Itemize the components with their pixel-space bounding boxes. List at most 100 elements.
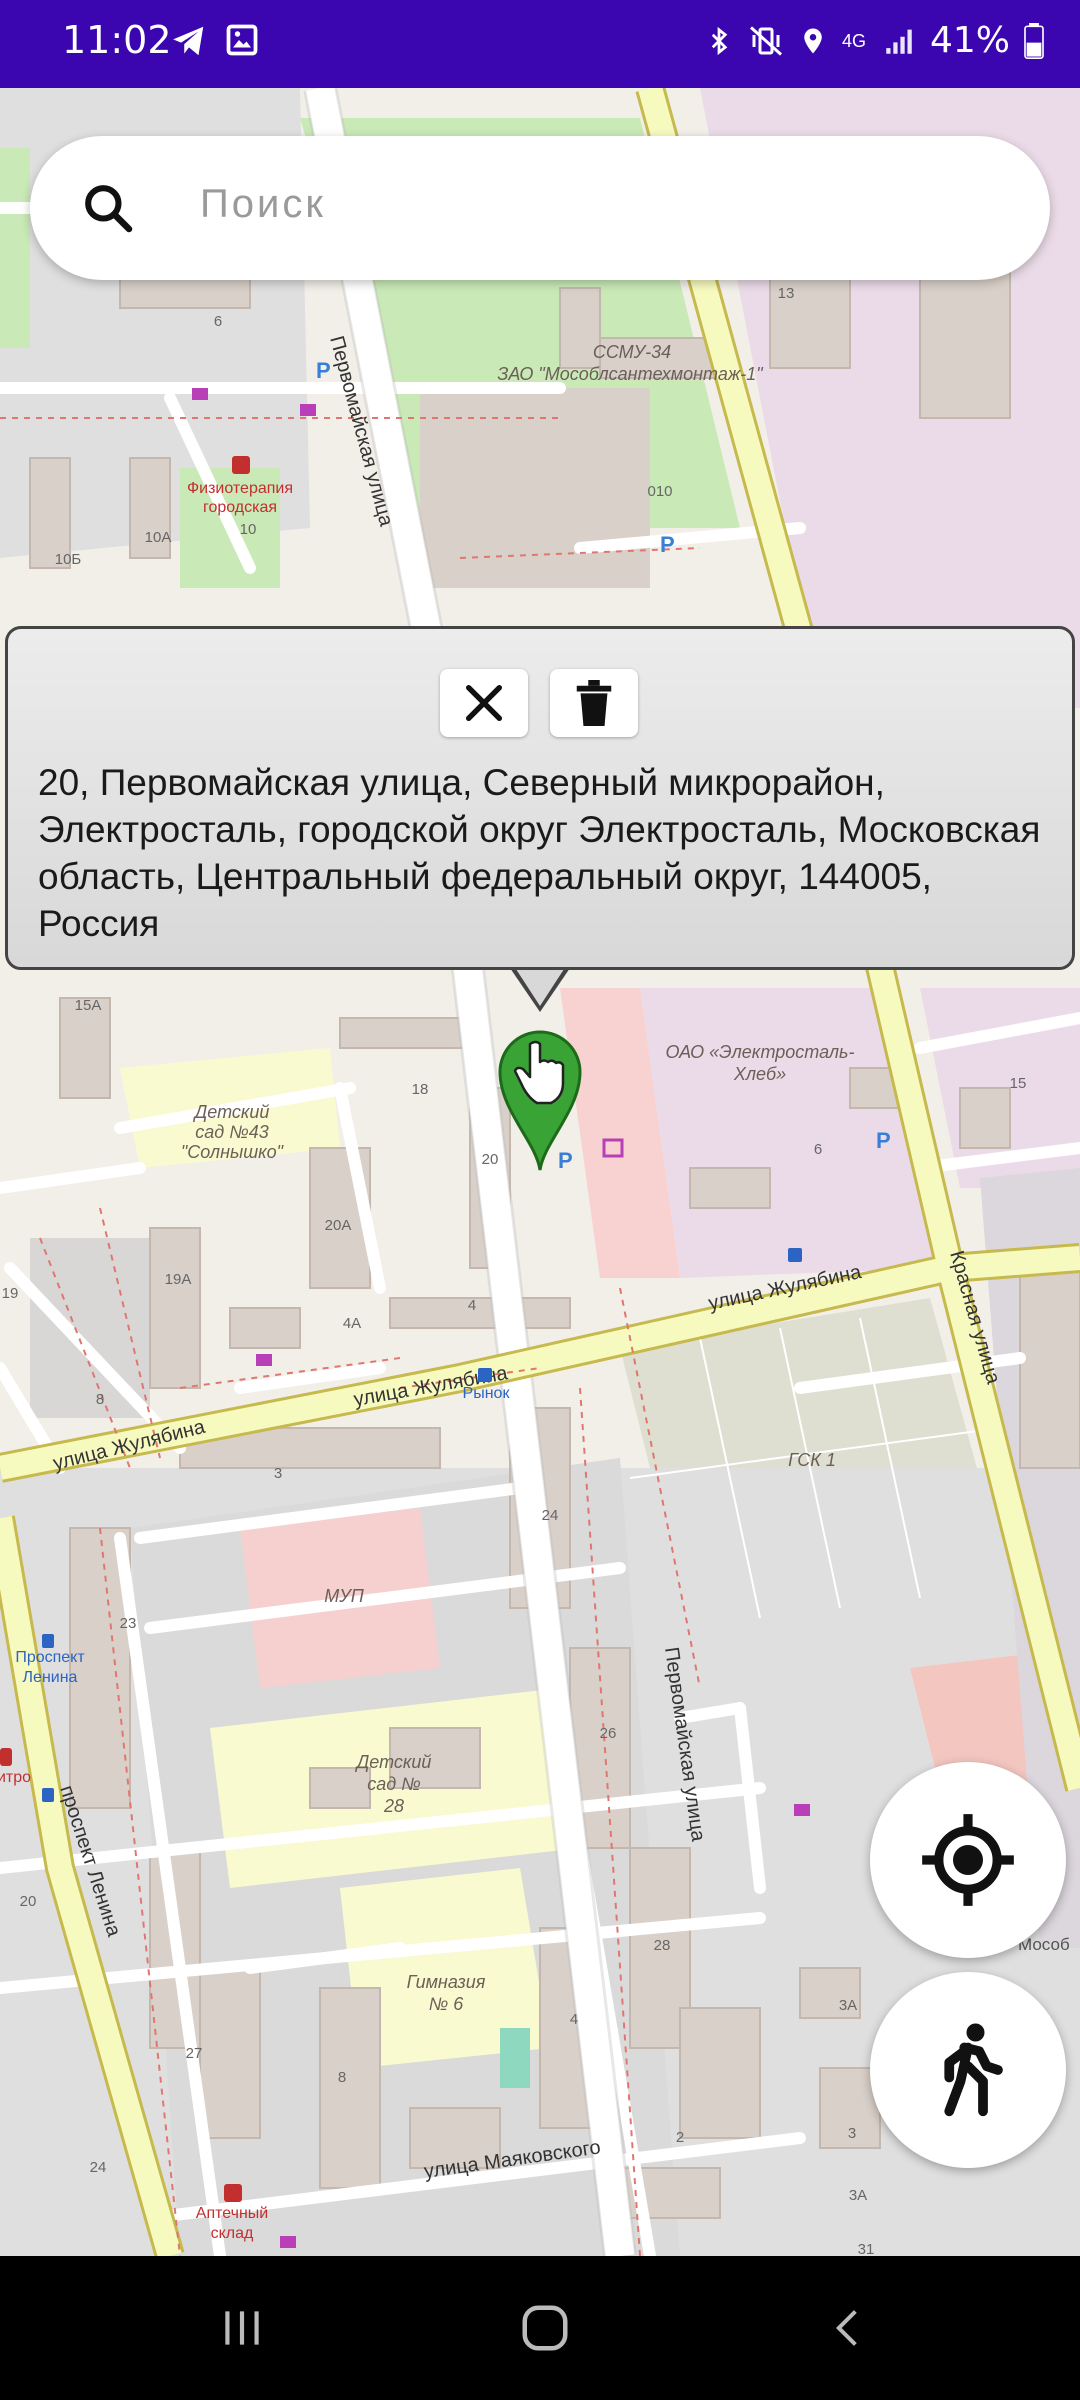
- map-label-kindergarten28-2: сад №: [367, 1774, 420, 1794]
- house-number: 19: [2, 1285, 19, 1302]
- walking-mode-button[interactable]: [870, 1972, 1066, 2168]
- house-number: 10: [240, 521, 257, 538]
- house-number: 10Б: [55, 551, 82, 568]
- status-system-icons: 4G 41%: [704, 20, 1044, 61]
- bluetooth-icon: [711, 26, 728, 55]
- bus-stop-icon: [42, 1634, 54, 1648]
- shop-icon: [794, 1804, 810, 1816]
- map-label-gymnasium-1: Гимназия: [407, 1972, 486, 1992]
- battery-percent: 41%: [929, 20, 1010, 61]
- house-number: 23: [120, 1615, 137, 1632]
- recent-apps-button[interactable]: [202, 2292, 282, 2364]
- map-label-bus-prospekt-2: Ленина: [23, 1669, 78, 1686]
- house-number: 27: [186, 2045, 203, 2062]
- home-icon: [522, 2305, 568, 2351]
- gallery-icon: [226, 24, 258, 56]
- house-number: 3: [274, 1465, 282, 1482]
- telegram-icon: [173, 26, 204, 56]
- map-label-pharmacy-1: Аптечный: [196, 2205, 268, 2222]
- search-bar[interactable]: Поиск: [30, 136, 1050, 280]
- house-number: 18: [412, 1081, 429, 1098]
- location-icon: [804, 28, 822, 53]
- house-number: 31: [858, 2241, 875, 2256]
- map-label-kindergarten43-1: Детский: [193, 1102, 270, 1122]
- bus-stop-icon: [478, 1368, 492, 1382]
- back-button[interactable]: [808, 2292, 888, 2364]
- map-label-physio-1: Физиотерапия: [187, 480, 293, 497]
- pharmacy-icon: [224, 2184, 242, 2202]
- map-marker-pin[interactable]: [496, 1024, 584, 1174]
- map-label-kindergarten28-1: Детский: [355, 1752, 432, 1772]
- map-label-bus-rynok: Рынок: [463, 1385, 511, 1402]
- bus-stop-icon: [42, 1788, 54, 1802]
- house-number: 3: [848, 2125, 856, 2142]
- map-label-mup: МУП: [324, 1586, 364, 1606]
- recent-apps-icon: [225, 2311, 259, 2345]
- house-number: 3А: [839, 1997, 857, 2014]
- house-number: 6: [814, 1141, 822, 1158]
- status-notification-icons: [170, 22, 260, 60]
- house-number: 24: [542, 1507, 559, 1524]
- map-label-gsk: ГСК 1: [788, 1450, 836, 1470]
- search-input[interactable]: Поиск: [200, 182, 326, 227]
- house-number: 4А: [343, 1315, 361, 1332]
- status-bar: 11:02 4G 41%: [0, 0, 1080, 88]
- shop-icon: [300, 404, 316, 416]
- my-location-button[interactable]: [870, 1762, 1066, 1958]
- close-icon: [465, 684, 503, 722]
- back-icon: [835, 2310, 857, 2346]
- map-label-kindergarten43-2: сад №43: [195, 1122, 268, 1142]
- map-label-smu: ССМУ-34: [593, 342, 671, 362]
- house-number: 4: [570, 2011, 578, 2028]
- map-label-pharmacy-2: склад: [211, 2225, 254, 2242]
- status-time: 11:02: [62, 18, 172, 62]
- house-number: 20А: [325, 1217, 352, 1234]
- shop-icon: [192, 388, 208, 400]
- signal-icon: [886, 29, 912, 54]
- close-popup-button[interactable]: [440, 669, 528, 737]
- medical-icon: [232, 456, 250, 474]
- search-icon[interactable]: [80, 180, 136, 236]
- house-number: 19А: [165, 1271, 192, 1288]
- parking-icon: P: [316, 358, 331, 383]
- bus-stop-icon: [788, 1248, 802, 1262]
- map-label-gymnasium-2: № 6: [429, 1994, 464, 2014]
- house-number: 4: [468, 1297, 476, 1314]
- shop-icon: [280, 2236, 296, 2248]
- house-number: 15А: [75, 997, 102, 1014]
- house-number: 26: [600, 1725, 617, 1742]
- house-number: 3А: [849, 2187, 867, 2204]
- home-button[interactable]: [505, 2292, 585, 2364]
- delete-marker-button[interactable]: [550, 669, 638, 737]
- trash-icon: [576, 680, 612, 726]
- address-popup: 20, Первомайская улица, Северный микрора…: [5, 626, 1075, 970]
- parking-icon: P: [660, 532, 675, 557]
- parking-icon: P: [876, 1128, 891, 1153]
- house-number: 2: [676, 2129, 684, 2146]
- popup-tail-inner: [514, 966, 566, 1006]
- map-label-physio-2: городская: [203, 499, 277, 516]
- walking-person-icon: [944, 2023, 1003, 2117]
- house-number: 8: [96, 1391, 104, 1408]
- house-number: 20: [20, 1893, 37, 1910]
- house-number: 24: [90, 2159, 107, 2176]
- house-number: 28: [654, 1937, 671, 1954]
- house-number: 010: [647, 483, 672, 500]
- map-label-itro: итро: [0, 1769, 31, 1786]
- map-label-zao: ЗАО "Мособлсантехмонтаж-1": [497, 364, 764, 384]
- vibrate-icon: [749, 25, 782, 56]
- map-label-bus-prospekt-1: Проспект: [15, 1649, 85, 1666]
- system-nav-bar: [0, 2256, 1080, 2400]
- map-label-kindergarten28-3: 28: [383, 1796, 404, 1816]
- medical-icon: [0, 1748, 12, 1766]
- house-number: 13: [778, 285, 795, 302]
- house-number: 6: [214, 313, 222, 330]
- battery-icon: [1024, 22, 1044, 59]
- network-type: 4G: [841, 30, 866, 51]
- my-location-icon: [922, 1814, 1014, 1906]
- popup-address: 20, Первомайская улица, Северный микрора…: [38, 762, 1041, 944]
- map-label-kindergarten43-3: "Солнышко": [181, 1142, 285, 1162]
- map-label-oao-1: ОАО «Электросталь-: [666, 1042, 855, 1062]
- house-number: 10А: [145, 529, 172, 546]
- house-number: 8: [338, 2069, 346, 2086]
